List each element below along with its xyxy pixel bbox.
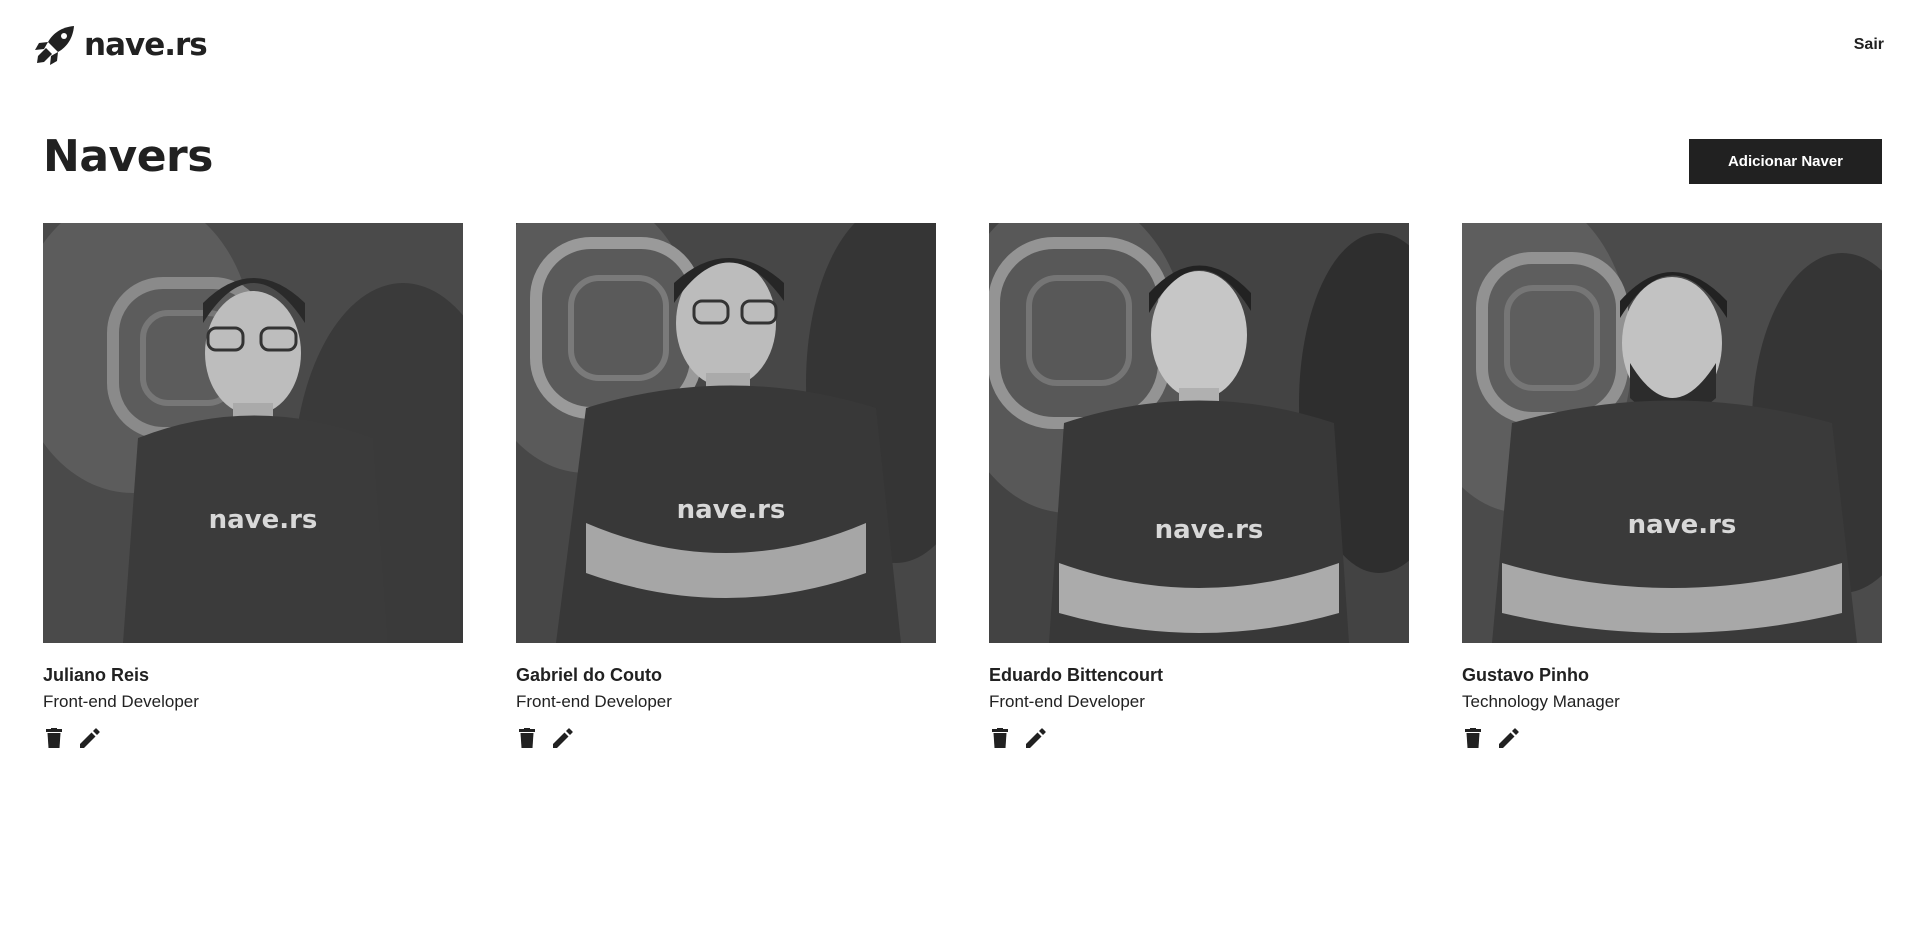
- naver-name: Gustavo Pinho: [1462, 665, 1590, 685]
- nave-logo[interactable]: nave.rs: [34, 24, 208, 66]
- naver-role: Front-end Developer: [43, 691, 199, 711]
- navers-grid: nave.rs Juliano Reis Front-end Developer: [43, 223, 1882, 750]
- naver-card: nave.rs Eduardo Bittencourt Front-end De…: [989, 223, 1409, 750]
- naver-photo[interactable]: nave.rs: [516, 223, 936, 643]
- naver-role: Front-end Developer: [516, 691, 672, 711]
- shirt-logo-text: nave.rs: [1155, 515, 1264, 545]
- pencil-icon[interactable]: [1498, 726, 1520, 750]
- logo-text: nave.rs: [84, 26, 208, 63]
- naver-photo[interactable]: nave.rs: [1462, 223, 1882, 643]
- pencil-icon[interactable]: [552, 726, 574, 750]
- naver-photo[interactable]: nave.rs: [989, 223, 1409, 643]
- naver-role: Front-end Developer: [989, 691, 1145, 711]
- top-header: nave.rs Sair: [0, 0, 1919, 90]
- trash-icon[interactable]: [516, 726, 538, 750]
- pencil-icon[interactable]: [79, 726, 101, 750]
- naver-actions: [43, 726, 463, 750]
- shirt-logo-text: nave.rs: [1628, 510, 1737, 540]
- add-naver-button[interactable]: Adicionar Naver: [1689, 139, 1882, 184]
- naver-card: nave.rs Gustavo Pinho Technology Manager: [1462, 223, 1882, 750]
- naver-photo[interactable]: nave.rs: [43, 223, 463, 643]
- logout-link[interactable]: Sair: [1854, 36, 1884, 54]
- shirt-logo-text: nave.rs: [209, 505, 318, 535]
- pencil-icon[interactable]: [1025, 726, 1047, 750]
- naver-role: Technology Manager: [1462, 691, 1620, 711]
- naver-actions: [989, 726, 1409, 750]
- naver-name: Gabriel do Couto: [516, 665, 662, 685]
- rocket-icon: [34, 24, 76, 66]
- naver-name: Eduardo Bittencourt: [989, 665, 1163, 685]
- trash-icon[interactable]: [1462, 726, 1484, 750]
- naver-actions: [1462, 726, 1882, 750]
- page-title: Navers: [43, 131, 213, 182]
- naver-name: Juliano Reis: [43, 665, 150, 685]
- shirt-logo-text: nave.rs: [677, 495, 786, 525]
- naver-actions: [516, 726, 936, 750]
- naver-card: nave.rs Gabriel do Couto Front-end Devel…: [516, 223, 936, 750]
- trash-icon[interactable]: [43, 726, 65, 750]
- naver-card: nave.rs Juliano Reis Front-end Developer: [43, 223, 463, 750]
- trash-icon[interactable]: [989, 726, 1011, 750]
